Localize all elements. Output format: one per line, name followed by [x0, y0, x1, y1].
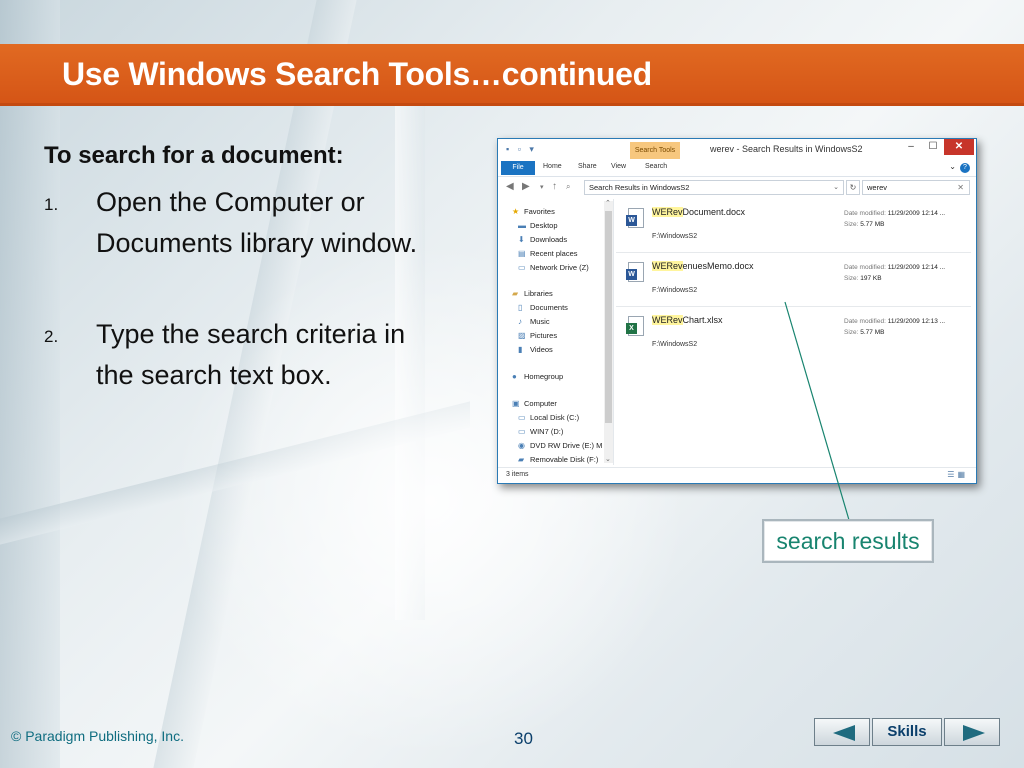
copyright: © Paradigm Publishing, Inc. [11, 728, 184, 744]
search-results-callout: search results [762, 519, 934, 563]
slide-navigation: Skills [814, 718, 1002, 746]
next-button[interactable] [944, 718, 1000, 746]
callout-connector [784, 301, 850, 521]
previous-button[interactable] [814, 718, 870, 746]
page-number: 30 [514, 729, 533, 748]
arrow-left-icon [833, 725, 855, 741]
arrow-right-icon [963, 725, 985, 741]
skills-button[interactable]: Skills [872, 718, 942, 746]
